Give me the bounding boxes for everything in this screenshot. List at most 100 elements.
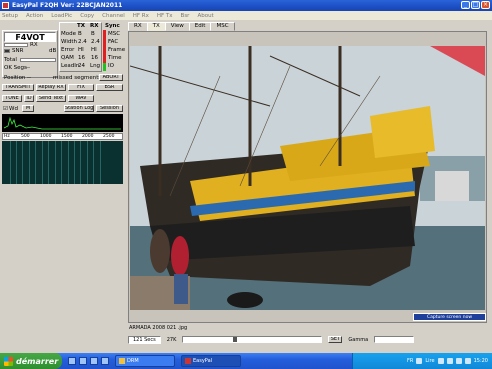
- taskbar-item-drm[interactable]: DRM: [115, 355, 175, 367]
- menu-channel[interactable]: Channel: [102, 13, 125, 19]
- quicklaunch-icon[interactable]: [68, 357, 76, 365]
- quicklaunch-icon[interactable]: [90, 357, 98, 365]
- maximize-button[interactable]: □: [471, 1, 480, 9]
- tab-edit[interactable]: Edit: [188, 22, 212, 31]
- tray-icon[interactable]: [446, 358, 453, 364]
- m-button[interactable]: M: [22, 105, 34, 112]
- set-button[interactable]: SET: [328, 336, 343, 343]
- rx-level-bar: [4, 43, 28, 47]
- replay-rx-button[interactable]: Replay RX: [36, 84, 66, 91]
- abort-button[interactable]: ABORT: [99, 74, 123, 81]
- status-row: 121 Secs 27K SET Gamma: [128, 334, 489, 345]
- tray-icon[interactable]: [455, 358, 462, 364]
- qam-tx: 16: [78, 55, 85, 61]
- window-titlebar[interactable]: EasyPal F2QH Ver: 22BCJAN2011 _ □ ×: [0, 0, 492, 11]
- scale-1500: 1500: [61, 134, 73, 139]
- sync-frame: Frame: [108, 47, 126, 53]
- fix-button[interactable]: FIX: [68, 84, 94, 91]
- folder-icon: [119, 358, 125, 364]
- db-label: dB: [49, 48, 57, 54]
- view-tabs: RX TX View Edit MSC: [128, 22, 235, 32]
- wav-button[interactable]: WAV: [68, 95, 94, 102]
- slider-thumb[interactable]: [233, 337, 238, 342]
- width-label: Width: [61, 39, 77, 45]
- sync-fac: FAC: [108, 39, 119, 45]
- error-rx: HI: [91, 47, 97, 53]
- capture-tooltip: Capture screen now: [413, 313, 486, 321]
- menu-action[interactable]: Action: [26, 13, 43, 19]
- rx-label: RX: [30, 42, 38, 48]
- scale-500: 500: [21, 134, 30, 139]
- tray-icon[interactable]: [437, 358, 444, 364]
- system-tray: FR Lire 15:20: [352, 353, 492, 369]
- error-label: Error: [61, 47, 75, 53]
- menu-bsr[interactable]: Bsr: [181, 13, 190, 19]
- ok-segs-label: OK Segs: [4, 65, 27, 71]
- callsign-display: F4VOT: [4, 32, 56, 42]
- image-panel: [128, 31, 487, 323]
- gamma-slider[interactable]: [374, 336, 415, 343]
- qam-rx: 16: [91, 55, 98, 61]
- audio-scope: [2, 114, 123, 132]
- menu-loadpic[interactable]: LoadPic: [51, 13, 72, 19]
- taskbar-item-easypal[interactable]: EasyPal: [181, 355, 241, 367]
- close-button[interactable]: ×: [481, 1, 490, 9]
- language-indicator[interactable]: FR: [407, 358, 413, 364]
- position-label: Position: [4, 75, 26, 81]
- scale-2500: 2500: [103, 134, 115, 139]
- leadin-tx: 24: [78, 63, 85, 69]
- menu-hf-tx[interactable]: HF Tx: [157, 13, 173, 19]
- sync-header: Sync: [105, 23, 120, 29]
- scale-hz: Hz: [4, 134, 10, 139]
- gamma-label: Gamma: [348, 336, 369, 343]
- volume-label[interactable]: Lire: [425, 358, 434, 364]
- size-display: 27K: [166, 336, 177, 343]
- bsr-button[interactable]: BSR: [96, 84, 123, 91]
- app-icon: [185, 358, 191, 364]
- quicklaunch-icon[interactable]: [101, 357, 109, 365]
- wd-checkbox[interactable]: ☑: [3, 106, 8, 112]
- menu-copy[interactable]: Copy: [80, 13, 94, 19]
- menu-hf-rx[interactable]: HF Rx: [133, 13, 149, 19]
- ok-segs-value: --: [26, 65, 30, 71]
- image-filename: ARMADA 2008 021 .jpg: [129, 325, 188, 331]
- start-label: démarrer: [16, 356, 59, 366]
- session-button[interactable]: Session: [96, 105, 123, 112]
- tab-msc[interactable]: MSC: [210, 22, 235, 31]
- ship-photo: [130, 46, 485, 310]
- width-rx: 2.4: [91, 39, 100, 45]
- windows-taskbar: démarrer DRM EasyPal FR Lire 15:20: [0, 353, 492, 369]
- sync-time: Time: [108, 55, 122, 61]
- tab-view[interactable]: View: [164, 22, 190, 31]
- menu-setup[interactable]: Setup: [2, 13, 18, 19]
- mode-tx: B: [78, 31, 82, 37]
- mode-rx: B: [91, 31, 95, 37]
- transmit-button[interactable]: TRANSMIT: [2, 84, 34, 91]
- position-value: --: [27, 75, 31, 81]
- scale-1000: 1000: [40, 134, 52, 139]
- send-text-button[interactable]: Send Text: [36, 95, 66, 102]
- qam-label: QAM: [61, 55, 74, 61]
- seconds-display: 121 Secs: [128, 335, 161, 344]
- snr-indicator: [4, 49, 10, 53]
- menu-about[interactable]: About: [197, 13, 213, 19]
- start-button[interactable]: démarrer: [0, 353, 62, 369]
- tune-button[interactable]: TUNE: [2, 95, 22, 102]
- quicklaunch-icon[interactable]: [79, 357, 87, 365]
- rx-header: RX: [90, 23, 99, 29]
- station-log-button[interactable]: Station Log: [64, 105, 94, 112]
- width-tx: 2.4: [78, 39, 87, 45]
- tray-icon[interactable]: [416, 358, 423, 364]
- tray-icon[interactable]: [464, 358, 471, 364]
- scale-2000: 2000: [82, 134, 94, 139]
- error-tx: HI: [78, 47, 84, 53]
- sync-green-bar: [103, 63, 106, 71]
- minimize-button[interactable]: _: [461, 1, 470, 9]
- progress-slider[interactable]: [182, 336, 323, 343]
- id-button[interactable]: ID: [24, 95, 34, 102]
- wd-label: Wd: [9, 106, 18, 112]
- tab-rx[interactable]: RX: [128, 22, 148, 31]
- total-bar: [20, 58, 56, 62]
- task-label: DRM: [127, 358, 139, 364]
- leadin-rx: Lng: [90, 63, 101, 69]
